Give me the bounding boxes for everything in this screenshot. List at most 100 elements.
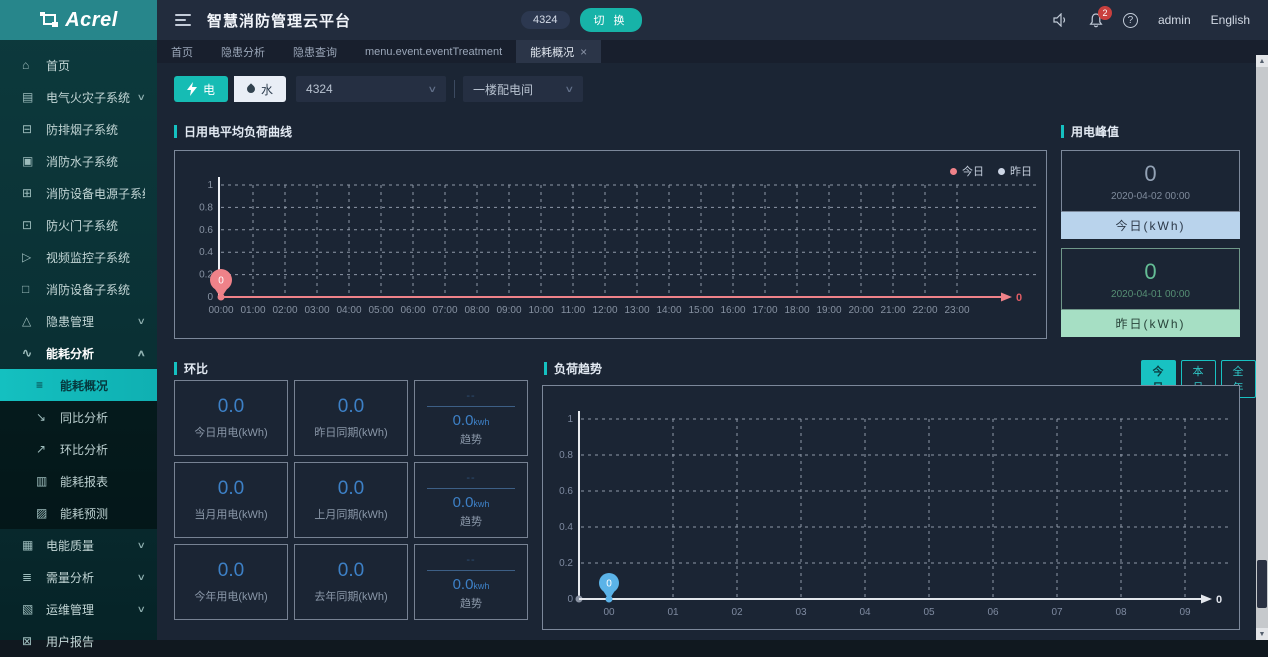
electricity-button[interactable]: 电 [174,76,228,102]
legend-today[interactable]: 今日 [950,163,984,179]
svg-text:0.4: 0.4 [559,522,573,533]
sidebar-item-mom-analysis[interactable]: ↗ 环比分析 [0,433,157,465]
fire-water-icon: ▣ [22,154,36,168]
tab-energy-overview[interactable]: 能耗概况 × [516,40,601,63]
sidebar-item-home[interactable]: ⌂ 首页 [0,49,157,81]
sidebar-item-label: 电能质量 [46,537,138,554]
chevron-down-icon: ∨ [428,84,438,95]
sidebar-item-equipment-power[interactable]: ⊞ 消防设备电源子系统 [0,177,157,209]
chevron-down-icon: ∨ [137,540,146,551]
vertical-scrollbar[interactable]: ▲ ▼ [1256,55,1268,640]
peak-label-yesterday: 昨日(kWh) [1061,310,1240,337]
sidebar-item-label: 电气火灾子系统 [46,89,138,106]
sidebar-item-energy-report[interactable]: ▥ 能耗报表 [0,465,157,497]
legend-yesterday[interactable]: 昨日 [998,163,1032,179]
svg-text:03:00: 03:00 [304,305,329,316]
sidebar-item-energy-analysis[interactable]: ∿ 能耗分析 ∧ [0,337,157,369]
energy-submenu: ≡ 能耗概况 ↘ 同比分析 ↗ 环比分析 ▥ 能耗报表 ▨ 能耗预测 [0,369,157,529]
svg-text:0.6: 0.6 [199,225,213,236]
svg-text:1: 1 [567,414,573,425]
sidebar-item-user-report[interactable]: ⊠ 用户报告 [0,625,157,657]
tab-hazard-analysis[interactable]: 隐患分析 [207,40,279,63]
sidebar-item-energy-overview[interactable]: ≡ 能耗概况 [0,369,157,401]
device-icon: □ [22,282,36,296]
sidebar-item-energy-forecast[interactable]: ▨ 能耗预测 [0,497,157,529]
sidebar-item-label: 隐患管理 [46,313,138,330]
svg-text:20:00: 20:00 [848,305,873,316]
svg-text:04:00: 04:00 [336,305,361,316]
svg-text:08:00: 08:00 [464,305,489,316]
trend-stat-card: -- 0.0kwh 趋势 [414,544,528,620]
svg-text:08: 08 [1115,607,1127,618]
chevron-down-icon: ∨ [137,92,146,103]
svg-text:17:00: 17:00 [752,305,777,316]
svg-text:0.4: 0.4 [199,247,213,258]
sidebar-item-smoke-control[interactable]: ⊟ 防排烟子系统 [0,113,157,145]
language-switch[interactable]: English [1211,13,1250,27]
stat-card: 0.0 今年用电(kWh) [174,544,288,620]
username[interactable]: admin [1158,13,1191,27]
svg-text:0: 0 [1216,594,1222,606]
huanbi-title: 环比 [174,360,208,377]
trend-title: 负荷趋势 [544,360,602,377]
scroll-down-icon[interactable]: ▼ [1256,628,1268,640]
sidebar-item-hazard-management[interactable]: △ 隐患管理 ∨ [0,305,157,337]
close-icon[interactable]: × [580,45,587,59]
sidebar-item-ops-management[interactable]: ▧ 运维管理 ∨ [0,593,157,625]
svg-text:0: 0 [606,579,612,590]
peak-date-yesterday: 2020-04-01 00:00 [1111,289,1190,300]
scroll-up-icon[interactable]: ▲ [1256,55,1268,67]
sidebar-item-power-quality[interactable]: ▦ 电能质量 ∨ [0,529,157,561]
svg-text:0.6: 0.6 [559,486,573,497]
sidebar-item-label: 能耗概况 [60,377,157,394]
sidebar: Acrel ⌂ 首页 ▤ 电气火灾子系统 ∨ ⊟ 防排烟子系统 ▣ 消防水子系统… [0,0,157,640]
sidebar-item-fire-equipment[interactable]: □ 消防设备子系统 [0,273,157,305]
water-button[interactable]: 水 [234,76,286,102]
station-badge: 4324 [521,11,569,29]
forecast-icon: ▨ [36,506,50,520]
tab-hazard-query[interactable]: 隐患查询 [279,40,351,63]
legend-dot-yesterday [998,168,1005,175]
peak-date-today: 2020-04-02 00:00 [1111,191,1190,202]
bell-icon[interactable]: 2 [1089,13,1103,28]
scrollbar-thumb[interactable] [1257,560,1267,608]
sidebar-item-fire-water[interactable]: ▣ 消防水子系统 [0,145,157,177]
home-icon: ⌂ [22,58,36,72]
svg-text:04: 04 [859,607,871,618]
stat-card: 0.0 当月用电(kWh) [174,462,288,538]
sidebar-item-label: 防火门子系统 [46,217,145,234]
svg-text:01: 01 [667,607,679,618]
sidebar-item-video-monitor[interactable]: ▷ 视频监控子系统 [0,241,157,273]
svg-text:15:00: 15:00 [688,305,713,316]
video-icon: ▷ [22,250,36,264]
room-select[interactable]: 一楼配电间 ∨ [463,76,583,102]
peak-value-yesterday: 0 [1144,259,1156,285]
divider [454,80,455,98]
header-right: 2 ? admin English [1053,13,1268,28]
demand-icon: ≣ [22,570,36,584]
station-select[interactable]: 4324 ∨ [296,76,446,102]
tab-event-treatment[interactable]: menu.event.eventTreatment [351,40,516,63]
help-icon[interactable]: ? [1123,13,1138,28]
svg-text:22:00: 22:00 [912,305,937,316]
quality-icon: ▦ [22,538,36,552]
acrel-logo-icon [39,11,59,29]
tab-home[interactable]: 首页 [157,40,207,63]
collapse-menu-icon[interactable] [175,14,191,26]
warning-icon: △ [22,314,36,328]
trend-stat-card: -- 0.0kwh 趋势 [414,380,528,456]
sidebar-item-demand-analysis[interactable]: ≣ 需量分析 ∨ [0,561,157,593]
speaker-icon[interactable] [1053,13,1069,27]
trend-up-icon: ↗ [36,442,50,456]
svg-text:0.2: 0.2 [559,558,573,569]
sidebar-item-fire-door[interactable]: ⊡ 防火门子系统 [0,209,157,241]
report-document-icon: ⊠ [22,634,36,648]
sidebar-item-yoy-analysis[interactable]: ↘ 同比分析 [0,401,157,433]
svg-text:0: 0 [567,594,573,605]
svg-text:05: 05 [923,607,935,618]
sidebar-menu: ⌂ 首页 ▤ 电气火灾子系统 ∨ ⊟ 防排烟子系统 ▣ 消防水子系统 ⊞ 消防设… [0,40,157,657]
sidebar-item-electrical-fire[interactable]: ▤ 电气火灾子系统 ∨ [0,81,157,113]
switch-button[interactable]: 切 换 [580,8,642,32]
svg-text:01:00: 01:00 [240,305,265,316]
peak-card-today: 0 2020-04-02 00:00 今日(kWh) [1061,150,1240,239]
